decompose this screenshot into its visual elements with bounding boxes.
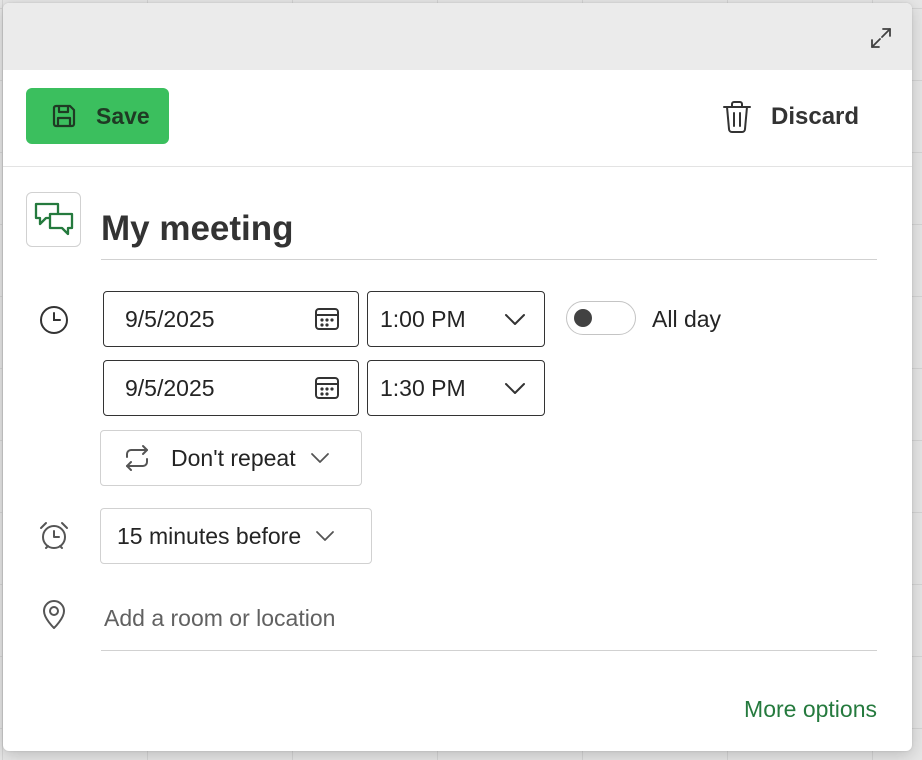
end-time-dropdown[interactable]: 1:30 PM xyxy=(367,360,545,416)
more-options-link[interactable]: More options xyxy=(744,696,877,723)
event-type-button[interactable] xyxy=(26,192,81,247)
chevron-down-icon xyxy=(504,381,526,395)
event-editor-dialog: Save Discard My meeting 9/5/2025 1:00 PM… xyxy=(3,3,912,751)
reminder-dropdown[interactable]: 15 minutes before xyxy=(100,508,372,564)
save-button-label: Save xyxy=(96,102,150,129)
repeat-dropdown[interactable]: Don't repeat xyxy=(100,430,362,486)
end-date-value: 9/5/2025 xyxy=(125,374,215,401)
start-time-value: 1:00 PM xyxy=(380,305,466,332)
all-day-toggle[interactable] xyxy=(566,301,636,335)
expand-button[interactable] xyxy=(866,23,896,53)
repeat-icon xyxy=(121,444,153,472)
discard-button[interactable]: Discard xyxy=(721,100,859,134)
chevron-down-icon xyxy=(504,312,526,326)
clock-icon xyxy=(37,303,71,337)
all-day-label: All day xyxy=(652,306,722,332)
save-button[interactable]: Save xyxy=(26,88,169,144)
start-time-dropdown[interactable]: 1:00 PM xyxy=(367,291,545,347)
calendar-icon xyxy=(314,375,340,401)
end-time-value: 1:30 PM xyxy=(380,374,466,401)
toggle-knob xyxy=(574,309,592,327)
location-placeholder: Add a room or location xyxy=(104,605,336,631)
start-date-picker[interactable]: 9/5/2025 xyxy=(103,291,359,347)
event-title-input[interactable]: My meeting xyxy=(101,199,877,260)
dialog-titlebar xyxy=(3,3,912,70)
start-date-value: 9/5/2025 xyxy=(125,305,215,332)
editor-toolbar: Save Discard xyxy=(3,70,912,167)
trash-icon xyxy=(721,100,753,134)
reminder-value: 15 minutes before xyxy=(117,522,302,549)
repeat-value: Don't repeat xyxy=(171,444,296,471)
expand-icon xyxy=(871,28,891,48)
save-icon xyxy=(50,102,78,130)
chevron-down-icon xyxy=(315,530,335,542)
calendar-icon xyxy=(314,306,340,332)
chevron-down-icon xyxy=(310,452,330,464)
end-date-picker[interactable]: 9/5/2025 xyxy=(103,360,359,416)
discard-button-label: Discard xyxy=(771,103,860,130)
location-input[interactable]: Add a room or location xyxy=(101,587,877,651)
alarm-clock-icon xyxy=(37,519,71,553)
chat-bubbles-icon xyxy=(34,202,73,235)
event-title-text: My meeting xyxy=(101,209,294,248)
location-pin-icon xyxy=(37,597,71,631)
